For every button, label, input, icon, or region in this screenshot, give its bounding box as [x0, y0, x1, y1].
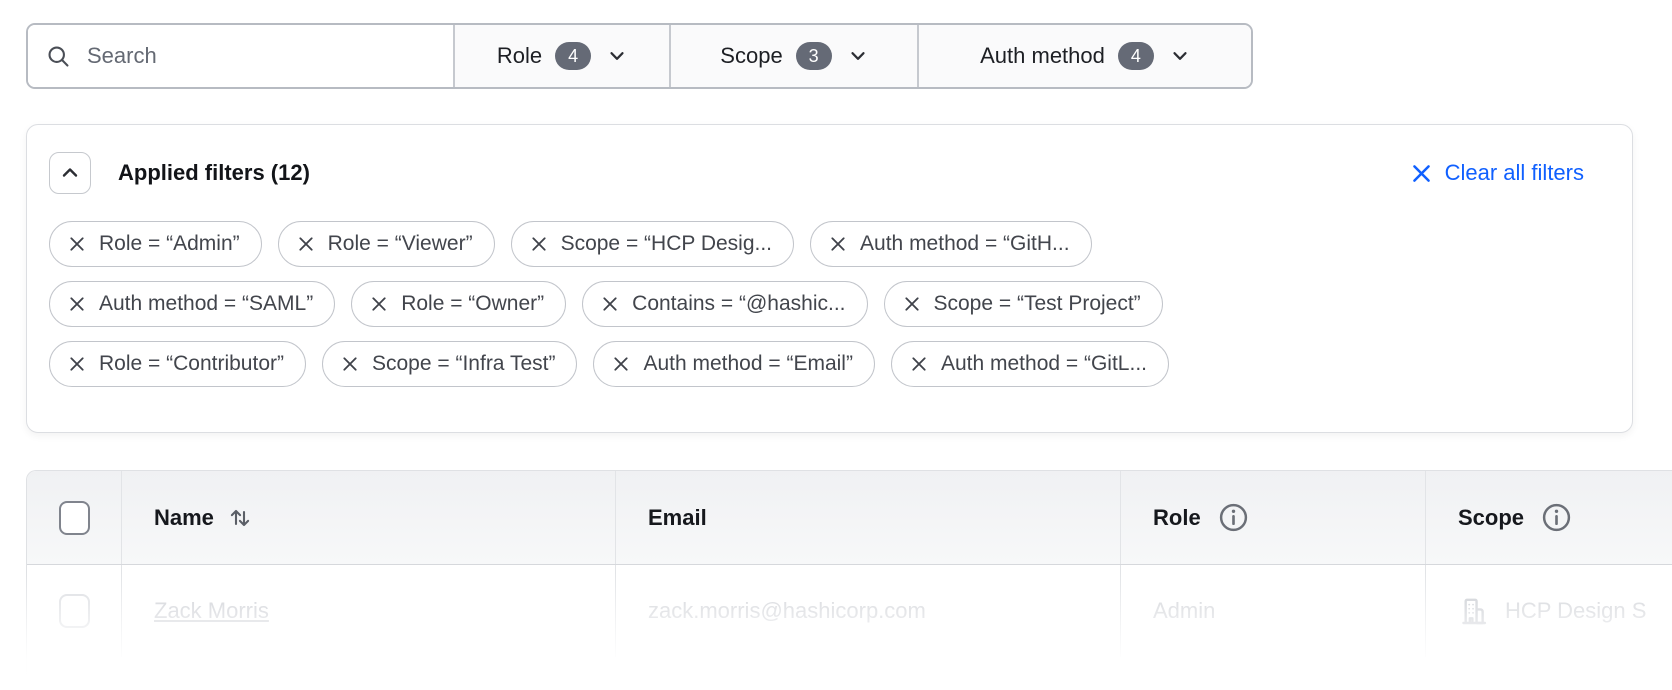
- table-header-checkbox-cell: [27, 471, 121, 564]
- row-checkbox-cell: [27, 565, 121, 657]
- remove-filter-icon[interactable]: [69, 356, 85, 372]
- user-email: zack.morris@hashicorp.com: [648, 598, 926, 624]
- user-role: Admin: [1153, 598, 1215, 624]
- filter-chip: Scope = “Infra Test”: [322, 341, 577, 387]
- sort-by-name-button[interactable]: Name: [154, 505, 251, 531]
- role-filter-dropdown[interactable]: Role 4: [453, 25, 669, 87]
- filter-chip: Role = “Admin”: [49, 221, 262, 267]
- remove-filter-icon[interactable]: [830, 236, 846, 252]
- select-all-checkbox[interactable]: [59, 501, 90, 535]
- user-scope: HCP Design S: [1505, 598, 1646, 624]
- filter-chip: Auth method = “GitL...: [891, 341, 1169, 387]
- role-info-icon[interactable]: [1218, 502, 1249, 533]
- clear-all-filters-link[interactable]: Clear all filters: [1411, 160, 1584, 186]
- search-input[interactable]: [87, 43, 435, 69]
- filter-chip-label: Contains = “@hashic...: [632, 292, 845, 316]
- row-checkbox[interactable]: [59, 594, 90, 628]
- filter-chip-label: Scope = “Test Project”: [934, 292, 1141, 316]
- filter-chip: Contains = “@hashic...: [582, 281, 867, 327]
- table-header-scope: Scope: [1425, 471, 1672, 564]
- remove-filter-icon[interactable]: [613, 356, 629, 372]
- filter-chip-label: Role = “Viewer”: [328, 232, 473, 256]
- chevron-down-icon: [607, 46, 627, 66]
- scope-filter-dropdown[interactable]: Scope 3: [669, 25, 917, 87]
- remove-filter-icon[interactable]: [342, 356, 358, 372]
- filter-bar: Role 4 Scope 3 Auth method 4: [26, 23, 1253, 89]
- filter-chip: Scope = “HCP Desig...: [511, 221, 794, 267]
- user-name-link[interactable]: Zack Morris: [154, 598, 269, 624]
- name-column-label: Name: [154, 505, 214, 531]
- auth-method-filter-count-badge: 4: [1118, 42, 1154, 71]
- filter-chip-label: Role = “Contributor”: [99, 352, 284, 376]
- table-header-name: Name: [121, 471, 615, 564]
- filter-chip: Role = “Owner”: [351, 281, 566, 327]
- filter-chip-label: Scope = “Infra Test”: [372, 352, 555, 376]
- remove-filter-icon[interactable]: [371, 296, 387, 312]
- filter-chip: Scope = “Test Project”: [884, 281, 1163, 327]
- filter-chip: Role = “Contributor”: [49, 341, 306, 387]
- filter-chip-label: Auth method = “SAML”: [99, 292, 313, 316]
- filter-chip-row: Role = “Contributor” Scope = “Infra Test…: [49, 341, 1610, 387]
- applied-filters-title: Applied filters (12): [118, 160, 310, 186]
- filter-chip: Auth method = “GitH...: [810, 221, 1092, 267]
- filter-chip-label: Auth method = “Email”: [643, 352, 853, 376]
- table-header-row: Name Email Role: [27, 471, 1672, 565]
- chevron-down-icon: [848, 46, 868, 66]
- row-role-cell: Admin: [1120, 565, 1425, 657]
- scope-filter-count-badge: 3: [796, 42, 832, 71]
- clear-all-filters-label: Clear all filters: [1445, 160, 1584, 186]
- remove-filter-icon[interactable]: [911, 356, 927, 372]
- search-field-wrap: [28, 25, 453, 87]
- applied-filters-header: Applied filters (12) Clear all filters: [49, 151, 1610, 195]
- auth-method-filter-dropdown[interactable]: Auth method 4: [917, 25, 1251, 87]
- remove-filter-icon[interactable]: [69, 296, 85, 312]
- filter-chip-row: Role = “Admin” Role = “Viewer” Scope = “…: [49, 221, 1610, 267]
- filter-chip-label: Role = “Owner”: [401, 292, 544, 316]
- scope-column-label: Scope: [1458, 505, 1524, 531]
- search-icon: [46, 44, 71, 69]
- filter-chip-label: Scope = “HCP Desig...: [561, 232, 772, 256]
- scope-info-icon[interactable]: [1541, 502, 1572, 533]
- table-row: Zack Morris zack.morris@hashicorp.com Ad…: [27, 565, 1672, 657]
- role-filter-count-badge: 4: [555, 42, 591, 71]
- chevron-down-icon: [1170, 46, 1190, 66]
- filter-chip-row: Auth method = “SAML” Role = “Owner” Cont…: [49, 281, 1610, 327]
- table-header-email: Email: [615, 471, 1120, 564]
- page: Role 4 Scope 3 Auth method 4: [0, 0, 1672, 690]
- remove-filter-icon[interactable]: [904, 296, 920, 312]
- remove-filter-icon[interactable]: [531, 236, 547, 252]
- email-column-label: Email: [648, 505, 707, 531]
- role-filter-label: Role: [497, 43, 542, 69]
- row-email-cell: zack.morris@hashicorp.com: [615, 565, 1120, 657]
- filter-chip: Role = “Viewer”: [278, 221, 495, 267]
- sort-arrows-icon: [229, 505, 251, 531]
- chevron-up-icon: [59, 162, 81, 184]
- scope-filter-label: Scope: [720, 43, 782, 69]
- table-header-role: Role: [1120, 471, 1425, 564]
- remove-filter-icon[interactable]: [69, 236, 85, 252]
- users-table: Name Email Role: [26, 470, 1672, 690]
- applied-filters-panel: Applied filters (12) Clear all filters R…: [26, 124, 1633, 433]
- remove-filter-icon[interactable]: [298, 236, 314, 252]
- filter-chip-label: Role = “Admin”: [99, 232, 240, 256]
- role-column-label: Role: [1153, 505, 1201, 531]
- row-name-cell: Zack Morris: [121, 565, 615, 657]
- collapse-filters-button[interactable]: [49, 152, 91, 194]
- row-scope-cell: HCP Design S: [1425, 565, 1672, 657]
- auth-method-filter-label: Auth method: [980, 43, 1105, 69]
- remove-filter-icon[interactable]: [602, 296, 618, 312]
- organization-icon: [1458, 595, 1490, 627]
- filter-chip-label: Auth method = “GitH...: [860, 232, 1070, 256]
- filter-chip: Auth method = “Email”: [593, 341, 875, 387]
- filter-chip-label: Auth method = “GitL...: [941, 352, 1147, 376]
- filter-chip: Auth method = “SAML”: [49, 281, 335, 327]
- close-icon: [1411, 163, 1432, 184]
